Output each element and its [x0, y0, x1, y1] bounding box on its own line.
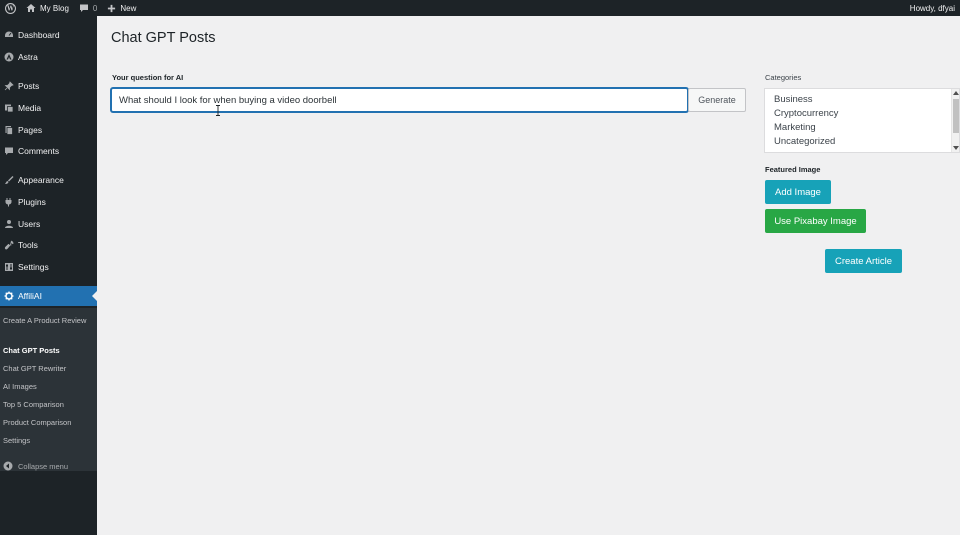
submenu-chat-gpt-rewriter[interactable]: Chat GPT Rewriter: [3, 363, 93, 374]
submenu-create-product-review[interactable]: Create A Product Review: [3, 315, 93, 326]
pages-icon: [3, 125, 14, 136]
menu-appearance[interactable]: Appearance: [0, 170, 97, 190]
menu-posts[interactable]: Posts: [0, 76, 97, 96]
menu-pages[interactable]: Pages: [0, 120, 97, 140]
scroll-up-arrow-icon[interactable]: [953, 91, 959, 95]
menu-label: Dashboard: [18, 30, 60, 40]
account-greeting[interactable]: Howdy, dfyai: [905, 0, 960, 16]
plus-icon: [108, 4, 116, 12]
dashboard-icon: [3, 30, 14, 41]
submenu-chat-gpt-posts[interactable]: Chat GPT Posts: [3, 345, 93, 356]
wordpress-logo-icon[interactable]: W: [0, 0, 21, 16]
scroll-down-arrow-icon[interactable]: [953, 146, 959, 150]
add-image-button[interactable]: Add Image: [765, 180, 831, 204]
gear-icon: [3, 291, 14, 302]
submenu-ai-images[interactable]: AI Images: [3, 381, 93, 392]
collapse-label: Collapse menu: [18, 461, 69, 471]
menu-comments[interactable]: Comments: [0, 141, 97, 161]
menu-label: Astra: [18, 52, 38, 62]
question-input[interactable]: [111, 88, 688, 112]
menu-settings[interactable]: Settings: [0, 257, 97, 277]
settings-icon: [3, 262, 14, 273]
admin-bar: W My Blog 0 New Howdy, dfyai: [0, 0, 960, 16]
page-title: Chat GPT Posts: [111, 30, 216, 46]
menu-label: Media: [18, 103, 42, 113]
submenu-product-comparison[interactable]: Product Comparison: [3, 417, 93, 428]
generate-button[interactable]: Generate: [688, 88, 746, 112]
menu-plugins[interactable]: Plugins: [0, 192, 97, 212]
wrench-icon: [3, 240, 14, 251]
comments-count: 0: [92, 3, 98, 13]
menu-label: Settings: [18, 262, 49, 272]
menu-label: Comments: [18, 146, 60, 156]
category-option[interactable]: Uncategorized: [774, 136, 835, 147]
category-option[interactable]: Cryptocurrency: [774, 108, 838, 119]
comments-link[interactable]: 0: [74, 0, 102, 16]
site-name-link[interactable]: My Blog: [21, 0, 74, 16]
menu-label: AffiliAI: [18, 291, 42, 301]
media-icon: [3, 103, 14, 114]
site-name: My Blog: [40, 3, 69, 13]
users-icon: [3, 219, 14, 230]
categories-listbox[interactable]: Business Cryptocurrency Marketing Uncate…: [764, 88, 960, 153]
menu-astra[interactable]: Astra: [0, 47, 97, 67]
plugin-icon: [3, 197, 14, 208]
categories-label: Categories: [765, 73, 802, 82]
featured-image-label: Featured Image: [765, 165, 821, 174]
new-content-link[interactable]: New: [102, 0, 141, 16]
menu-dashboard[interactable]: Dashboard: [0, 25, 97, 45]
collapse-menu-button[interactable]: Collapse menu: [0, 459, 97, 473]
text-cursor-icon: [216, 105, 220, 116]
collapse-arrow-icon: [2, 461, 13, 472]
menu-affiliai[interactable]: AffiliAI: [0, 286, 97, 306]
new-label: New: [120, 3, 137, 13]
svg-text:W: W: [6, 5, 14, 12]
category-option[interactable]: Business: [774, 94, 813, 105]
menu-label: Tools: [18, 240, 38, 250]
menu-media[interactable]: Media: [0, 98, 97, 118]
menu-label: Pages: [18, 125, 43, 135]
astra-icon: [3, 52, 14, 63]
submenu-top-5-comparison[interactable]: Top 5 Comparison: [3, 399, 93, 410]
category-option[interactable]: Marketing: [774, 122, 816, 133]
brush-icon: [3, 175, 14, 186]
affiliai-submenu: Create A Product Review Chat GPT Posts C…: [0, 308, 97, 471]
question-label: Your question for AI: [112, 73, 184, 82]
comment-icon: [79, 4, 88, 12]
create-article-button[interactable]: Create Article: [825, 249, 902, 273]
pin-icon: [3, 81, 14, 92]
admin-sidebar: Dashboard Astra Posts Media Pages Commen…: [0, 16, 97, 535]
submenu-settings[interactable]: Settings: [3, 435, 93, 446]
menu-label: Appearance: [18, 175, 64, 185]
menu-tools[interactable]: Tools: [0, 235, 97, 255]
scrollbar-thumb[interactable]: [953, 99, 959, 133]
categories-scrollbar[interactable]: [951, 89, 959, 152]
menu-users[interactable]: Users: [0, 214, 97, 234]
menu-label: Users: [18, 219, 41, 229]
pixabay-image-button[interactable]: Use Pixabay Image: [765, 209, 866, 233]
menu-label: Plugins: [18, 197, 46, 207]
menu-label: Posts: [18, 81, 40, 91]
home-icon: [26, 4, 36, 12]
comment-icon: [3, 146, 14, 157]
